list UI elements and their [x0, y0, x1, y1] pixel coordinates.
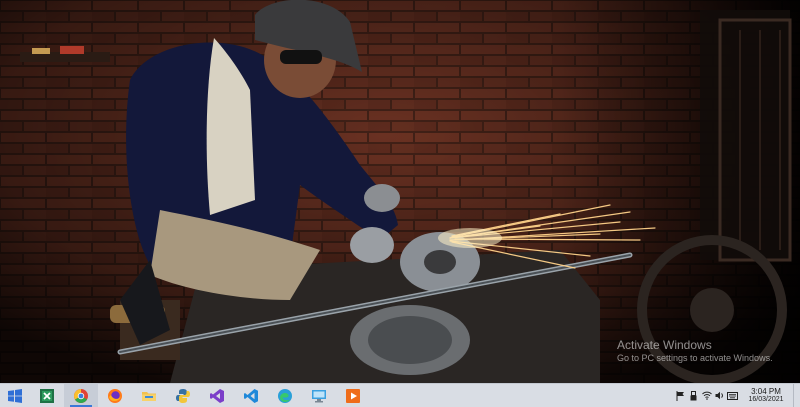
excel-icon	[40, 388, 54, 403]
vscode-icon	[244, 388, 258, 403]
edge-icon	[278, 388, 292, 403]
firefox-icon	[108, 388, 122, 403]
taskbar-app-python[interactable]	[166, 384, 200, 407]
taskbar-clock[interactable]: 3:04 PM 16/03/2021	[741, 386, 791, 404]
tray-keyboard[interactable]	[726, 384, 739, 407]
python-icon	[176, 388, 190, 403]
taskbar-app-edge[interactable]	[268, 384, 302, 407]
taskbar-app-remote-desktop[interactable]	[302, 384, 336, 407]
keyboard-icon	[727, 391, 738, 400]
taskbar-app-chrome[interactable]	[64, 384, 98, 407]
remote-desktop-icon	[312, 389, 326, 402]
taskbar-app-excel[interactable]	[30, 384, 64, 407]
visual-studio-icon	[210, 388, 224, 403]
taskbar-app-firefox[interactable]	[98, 384, 132, 407]
wifi-icon	[701, 391, 712, 400]
tray-volume[interactable]	[713, 384, 726, 407]
desktop: Activate Windows Go to PC settings to ac…	[0, 0, 800, 383]
windows-logo-icon	[8, 388, 22, 403]
clock-date: 16/03/2021	[748, 396, 784, 404]
chrome-icon	[74, 388, 88, 403]
volume-icon	[715, 391, 723, 400]
clock-time: 3:04 PM	[751, 386, 781, 396]
system-tray: 3:04 PM 16/03/2021	[674, 384, 800, 407]
taskbar-app-visual-studio[interactable]	[200, 384, 234, 407]
folder-icon	[142, 391, 156, 401]
wallpaper-photo	[0, 0, 800, 383]
tray-action-center[interactable]	[674, 384, 687, 407]
taskbar-app-vs-code[interactable]	[234, 384, 268, 407]
taskbar-app-media-player[interactable]	[336, 384, 370, 407]
taskbar: 3:04 PM 16/03/2021	[0, 383, 800, 407]
taskbar-apps	[30, 384, 370, 407]
taskbar-app-file-explorer[interactable]	[132, 384, 166, 407]
media-player-icon	[346, 388, 360, 403]
tray-network[interactable]	[700, 384, 713, 407]
tray-usb[interactable]	[687, 384, 700, 407]
flag-icon	[676, 390, 684, 401]
usb-icon	[690, 390, 697, 400]
show-desktop-button[interactable]	[793, 384, 800, 407]
start-button[interactable]	[0, 384, 30, 407]
